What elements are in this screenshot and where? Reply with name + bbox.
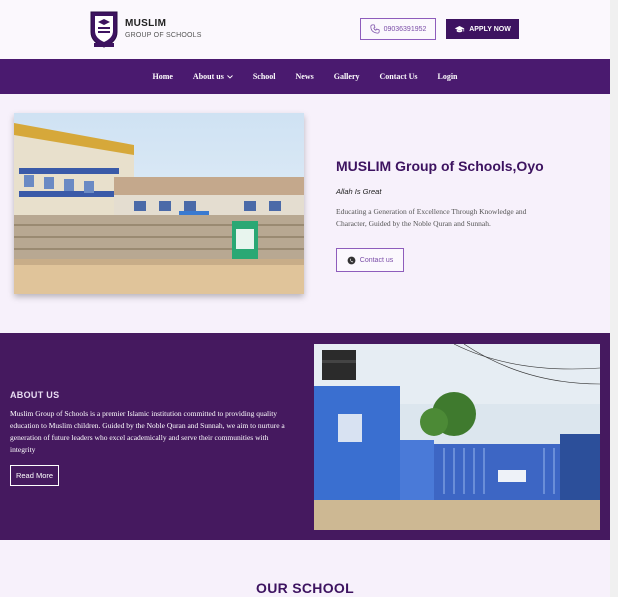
chevron-down-icon xyxy=(227,74,233,79)
school-gate-photo xyxy=(314,344,600,530)
read-more-button[interactable]: Read More xyxy=(10,465,59,486)
apply-now-button[interactable]: APPLY NOW xyxy=(446,19,519,39)
nav-item-gallery[interactable]: Gallery xyxy=(324,72,370,81)
brand-subtitle: GROUP OF SCHOOLS xyxy=(125,32,202,39)
contact-us-button[interactable]: Contact us xyxy=(336,248,404,272)
whatsapp-icon xyxy=(347,256,356,264)
brand-name: MUSLIM xyxy=(125,18,167,29)
contact-us-label: Contact us xyxy=(359,256,394,264)
hero-title: MUSLIM Group of Schools,Oyo xyxy=(336,158,544,174)
school-building-photo xyxy=(14,113,304,294)
nav-item-contact-us[interactable]: Contact Us xyxy=(370,72,428,81)
nav-item-login[interactable]: Login xyxy=(428,72,468,81)
graduation-cap-icon xyxy=(454,25,465,32)
scrollbar[interactable] xyxy=(610,0,618,597)
nav-label: Home xyxy=(152,72,173,81)
nav-label: About us xyxy=(192,72,224,81)
main-nav: Home About us School News Gallery Contac… xyxy=(0,59,610,94)
nav-item-about-us[interactable]: About us xyxy=(183,72,243,81)
apply-now-label: APPLY NOW xyxy=(469,25,511,33)
nav-label: Login xyxy=(437,72,458,81)
hero-description: Educating a Generation of Excellence Thr… xyxy=(336,207,527,228)
top-header: MUSLIM GROUP OF SCHOOLS 09036391952 APPL… xyxy=(0,0,610,59)
nav-label: Contact Us xyxy=(379,72,418,81)
nav-item-home[interactable]: Home xyxy=(142,72,182,81)
nav-item-news[interactable]: News xyxy=(286,72,324,81)
nav-item-school[interactable]: School xyxy=(243,72,286,81)
about-title: ABOUT US xyxy=(10,390,60,400)
phone-icon xyxy=(370,24,380,34)
hero-section: MUSLIM Group of Schools,Oyo Allah Is Gre… xyxy=(0,94,610,333)
nav-label: News xyxy=(295,72,314,81)
nav-label: School xyxy=(252,72,276,81)
about-section: ABOUT US Muslim Group of Schools is a pr… xyxy=(0,333,610,540)
brand: MUSLIM GROUP OF SCHOOLS xyxy=(125,18,202,39)
nav-label: Gallery xyxy=(333,72,360,81)
phone-number: 09036391952 xyxy=(383,25,427,33)
hero-motto: Allah Is Great xyxy=(336,187,382,196)
our-school-heading: OUR SCHOOL xyxy=(256,580,354,596)
about-text: Muslim Group of Schools is a premier Isl… xyxy=(10,409,285,454)
school-logo[interactable] xyxy=(89,10,119,48)
phone-button[interactable]: 09036391952 xyxy=(360,18,436,40)
